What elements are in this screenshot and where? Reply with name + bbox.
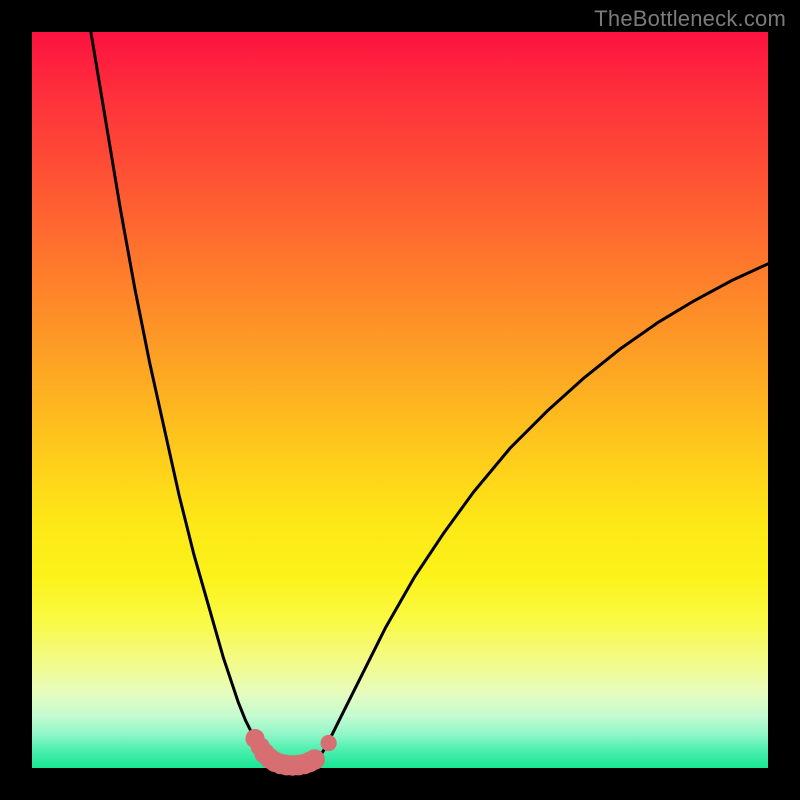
- marker-dot: [304, 749, 325, 770]
- marker-dot: [321, 735, 337, 751]
- curve-path: [91, 32, 768, 765]
- outer-frame: TheBottleneck.com: [0, 0, 800, 800]
- chart-svg: [32, 32, 768, 768]
- bottleneck-curve: [91, 32, 768, 765]
- watermark-text: TheBottleneck.com: [594, 6, 786, 32]
